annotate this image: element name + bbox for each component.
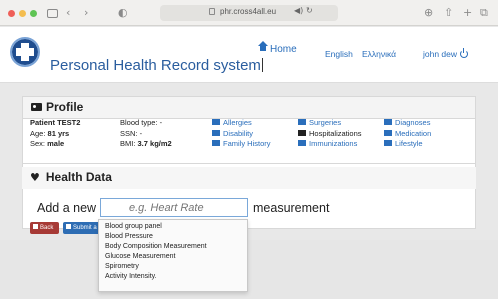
link-hospitalizations[interactable]: Hospitalizations [298, 129, 362, 140]
dropdown-option[interactable]: Activity Intensity. [105, 273, 157, 280]
link-allergies[interactable]: Allergies [212, 118, 271, 129]
measurement-autocomplete-dropdown: Blood group panel Blood Pressure Body Co… [98, 219, 248, 292]
link-disability[interactable]: Disability [212, 129, 271, 140]
square-icon [212, 119, 220, 125]
square-icon [384, 140, 392, 146]
profile-header: Profile [22, 96, 476, 118]
link-surgeries[interactable]: Surgeries [298, 118, 362, 129]
home-icon [258, 41, 268, 53]
address-bar[interactable]: phr.cross4all.eu ◀) ↻ [160, 5, 338, 21]
dropdown-option[interactable]: Blood Pressure [105, 233, 153, 240]
site-title: Personal Health Record system [50, 57, 263, 74]
back-arrow-icon[interactable]: ‹ [66, 5, 70, 21]
new-tab-icon[interactable]: + [463, 5, 472, 21]
cross-logo-icon[interactable] [10, 37, 40, 67]
dropdown-option[interactable]: Blood group panel [105, 223, 162, 230]
submit-button[interactable]: Submit a [63, 222, 101, 234]
reload-icon[interactable]: ↻ [306, 6, 313, 15]
square-icon [298, 119, 306, 125]
profile-title: Profile [31, 100, 83, 114]
square-icon [384, 129, 392, 136]
nav-english-link[interactable]: English [325, 49, 353, 59]
close-window-button[interactable] [8, 10, 15, 17]
dropdown-option[interactable]: Glucose Measurement [105, 253, 175, 260]
dropdown-option[interactable]: Body Composition Measurement [105, 243, 207, 250]
heart-icon: ♥ [30, 171, 40, 184]
link-lifestyle[interactable]: Lifestyle [384, 139, 431, 150]
back-button[interactable]: Back [30, 222, 59, 234]
patient-vitals: Blood type: - SSN: - BMI: 3.7 kg/m2 [120, 118, 172, 150]
audio-icon[interactable]: ◀) [294, 6, 303, 15]
power-icon [460, 48, 469, 58]
square-icon [298, 140, 306, 146]
measurement-search-input[interactable] [100, 198, 248, 217]
shield-icon[interactable]: ◐ [118, 5, 128, 21]
health-data-title: ♥ Health Data [30, 170, 112, 184]
link-family-history[interactable]: Family History [212, 139, 271, 150]
nav-greek-link[interactable]: Ελληνικά [362, 49, 396, 59]
browser-toolbar: ‹ › ◐ phr.cross4all.eu ◀) ↻ ⊕ ⇧ + ⧉ [0, 0, 498, 26]
share-icon[interactable]: ⇧ [444, 5, 453, 21]
add-new-label: Add a new [37, 201, 97, 215]
profile-links-col-1: Allergies Disability Family History [212, 118, 271, 150]
age-row: Age: 81 yrs [30, 128, 70, 138]
link-medication[interactable]: Medication [384, 129, 431, 140]
link-immunizations[interactable]: Immunizations [298, 139, 362, 150]
page-background [0, 240, 498, 299]
url-text: phr.cross4all.eu [220, 7, 277, 16]
patient-name: Patient TEST2 [30, 118, 81, 127]
profile-links-col-2: Surgeries Hospitalizations Immunizations [298, 118, 362, 150]
bmi-row: BMI: 3.7 kg/m2 [120, 139, 172, 148]
site-header: Personal Health Record system Home Engli… [0, 27, 498, 83]
forward-arrow-icon[interactable]: › [84, 5, 88, 21]
measurement-label: measurement [253, 201, 330, 215]
back-icon [33, 224, 38, 229]
text-cursor [261, 58, 263, 72]
download-icon[interactable]: ⊕ [424, 5, 433, 21]
nav-home-link[interactable]: Home [258, 41, 297, 55]
square-icon [384, 119, 392, 125]
sidebar-toggle-icon[interactable] [47, 9, 58, 18]
sex-row: Sex: male [30, 139, 65, 148]
square-icon [212, 129, 220, 136]
id-card-icon [31, 103, 42, 111]
health-data-header: ♥ Health Data [22, 167, 476, 189]
square-icon [212, 140, 220, 146]
blood-type: Blood type: - [120, 118, 163, 127]
zoom-window-button[interactable] [30, 10, 37, 17]
profile-links-col-3: Diagnoses Medication Lifestyle [384, 118, 431, 150]
minimize-window-button[interactable] [19, 10, 26, 17]
ssn: SSN: - [120, 128, 143, 138]
dropdown-option[interactable]: Spirometry [105, 263, 139, 270]
tab-overview-icon[interactable]: ⧉ [480, 5, 488, 21]
save-icon [66, 224, 71, 229]
lock-icon [209, 8, 215, 15]
link-diagnoses[interactable]: Diagnoses [384, 118, 431, 129]
square-icon [298, 129, 306, 136]
patient-info: Patient TEST2 Age: 81 yrs Sex: male [30, 118, 80, 150]
nav-user-logout[interactable]: john dew [423, 48, 469, 59]
